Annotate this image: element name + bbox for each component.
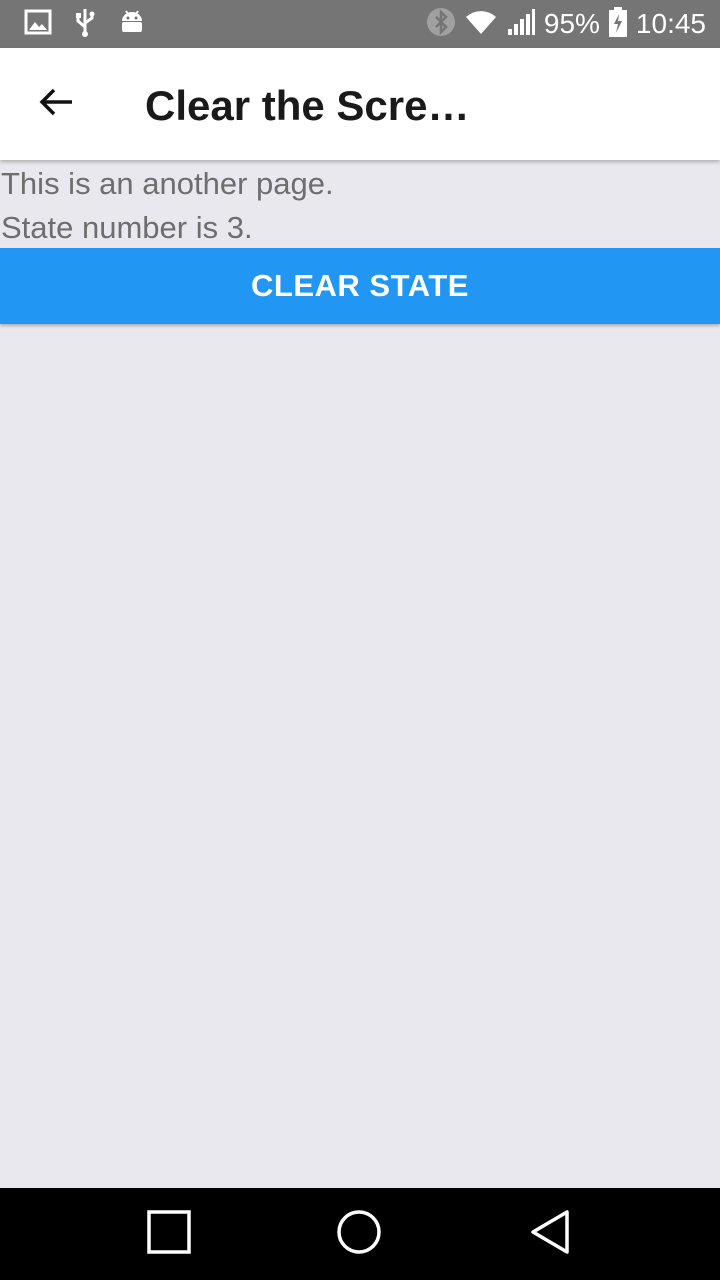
clear-state-button[interactable]: CLEAR STATE xyxy=(0,248,720,324)
home-icon xyxy=(335,1208,383,1261)
state-number-text: State number is 3. xyxy=(1,210,253,245)
arrow-back-icon xyxy=(36,82,76,127)
battery-charging-icon xyxy=(608,6,628,43)
page-content: This is an another page. State number is… xyxy=(0,160,720,250)
back-button[interactable] xyxy=(24,76,88,132)
recent-apps-button[interactable] xyxy=(145,1208,193,1261)
bluetooth-icon xyxy=(426,7,456,42)
info-text: This is an another page. xyxy=(1,166,334,201)
clock: 10:45 xyxy=(635,8,706,39)
recent-apps-icon xyxy=(145,1208,193,1261)
page-title: Clear the Scree… xyxy=(145,82,487,129)
signal-icon xyxy=(506,7,536,42)
wifi-icon xyxy=(464,8,498,41)
usb-icon xyxy=(74,7,96,42)
image-icon xyxy=(24,8,52,41)
android-icon xyxy=(118,8,146,41)
battery-percentage: 95% xyxy=(543,8,600,39)
status-bar-system: 95% 10:45 xyxy=(426,0,706,48)
navigation-bar xyxy=(0,1188,720,1280)
back-icon xyxy=(525,1208,573,1261)
home-button[interactable] xyxy=(335,1208,383,1261)
status-bar-notifications xyxy=(24,8,146,40)
nav-back-button[interactable] xyxy=(525,1208,573,1261)
app-bar: Clear the Scree… xyxy=(0,48,720,160)
status-bar: 95% 10:45 xyxy=(0,0,720,48)
